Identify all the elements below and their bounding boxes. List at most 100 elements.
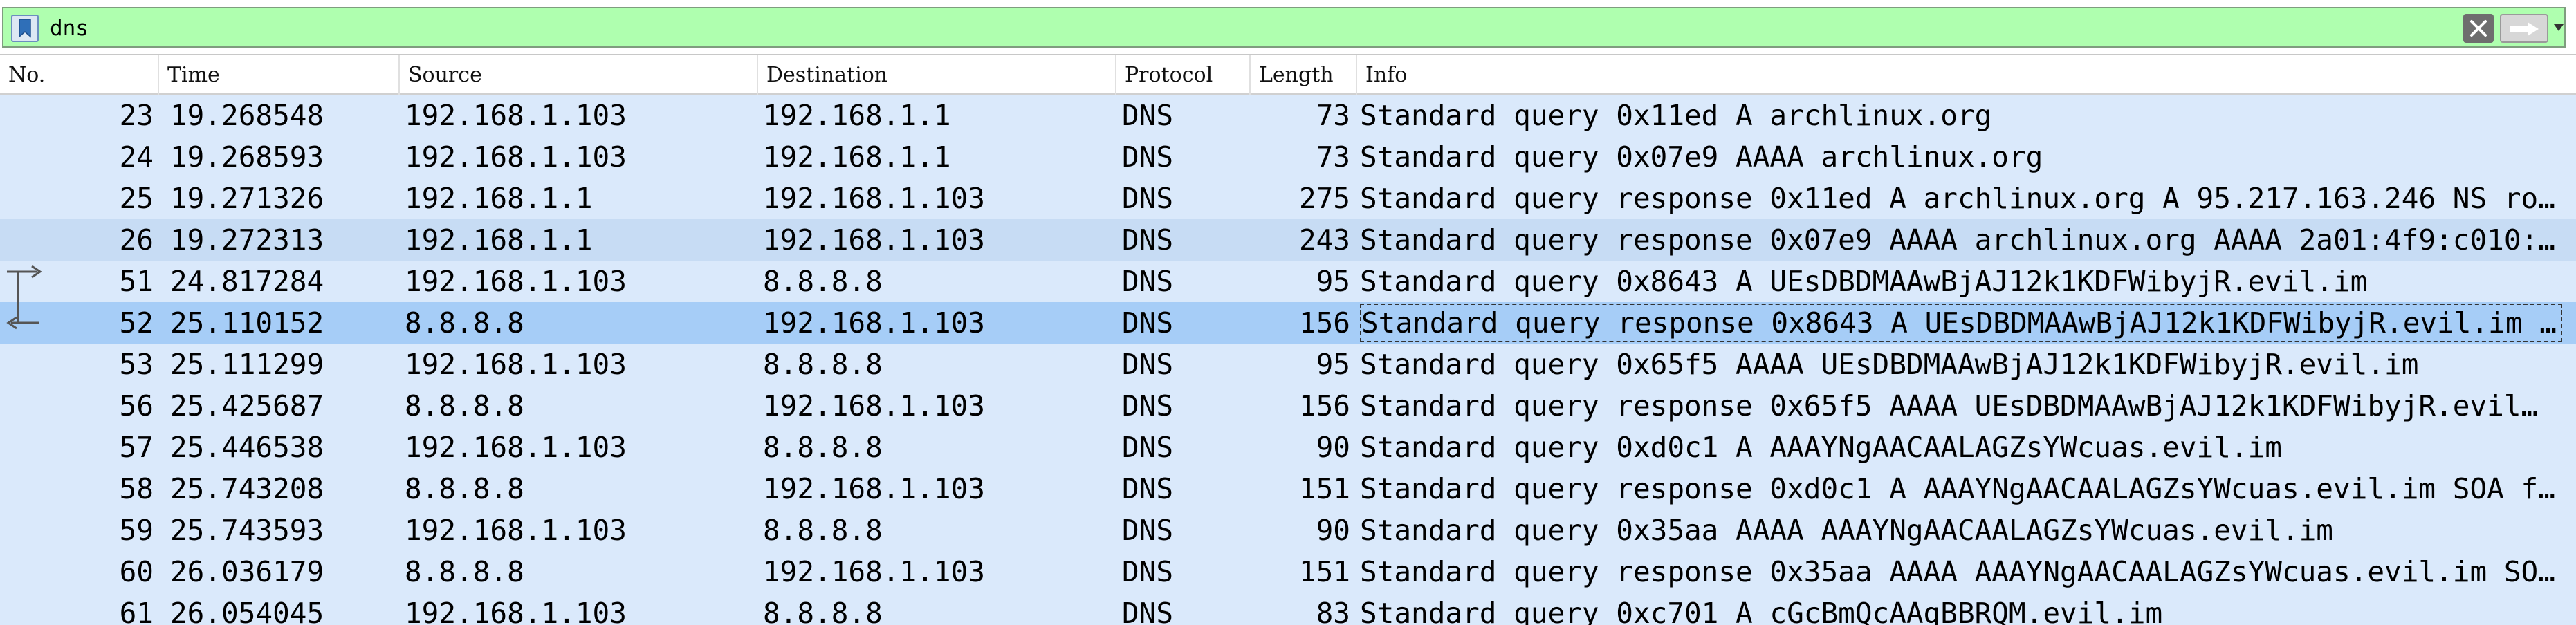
- packet-time: 25.111299: [170, 348, 324, 381]
- packet-destination: 8.8.8.8: [763, 597, 883, 625]
- packet-number: 24: [119, 140, 154, 174]
- column-header-destination[interactable]: Destination: [758, 55, 1116, 95]
- packet-protocol: DNS: [1122, 472, 1174, 505]
- packet-info: Standard query response 0x8643 A UEsDBDM…: [1360, 304, 2562, 342]
- packet-protocol: DNS: [1122, 555, 1174, 588]
- packet-protocol: DNS: [1122, 306, 1174, 339]
- recent-filters-dropdown[interactable]: [2552, 18, 2566, 39]
- packet-protocol: DNS: [1122, 431, 1174, 464]
- packet-time: 25.743593: [170, 514, 324, 547]
- packet-time: 24.817284: [170, 265, 324, 298]
- packet-destination: 192.168.1.1: [763, 140, 951, 174]
- packet-destination: 192.168.1.103: [763, 472, 985, 505]
- packet-list-header: No. Time Source Destination Protocol Len…: [0, 55, 2576, 95]
- packet-time: 26.054045: [170, 597, 324, 625]
- packet-length: 73: [1316, 140, 1350, 174]
- packet-number: 61: [119, 597, 154, 625]
- packet-row[interactable]: 51 24.817284 192.168.1.103 8.8.8.8 DNS 95 Stan…: [0, 261, 2576, 302]
- column-header-length[interactable]: Length: [1251, 55, 1357, 95]
- packet-time: 19.268593: [170, 140, 324, 174]
- packet-source: 192.168.1.103: [405, 597, 627, 625]
- packet-number: 25: [119, 182, 154, 215]
- packet-number: 56: [119, 389, 154, 422]
- packet-source: 192.168.1.103: [405, 514, 627, 547]
- packet-destination: 8.8.8.8: [763, 431, 883, 464]
- packet-destination: 8.8.8.8: [763, 265, 883, 298]
- packet-info: Standard query response 0x07e9 AAAA arch…: [1360, 223, 2555, 256]
- packet-protocol: DNS: [1122, 348, 1174, 381]
- packet-info: Standard query response 0x65f5 AAAA UEsD…: [1360, 389, 2539, 422]
- packet-destination: 192.168.1.103: [763, 223, 985, 256]
- column-header-no[interactable]: No.: [0, 55, 159, 95]
- packet-number: 53: [119, 348, 154, 381]
- bookmark-icon[interactable]: [11, 15, 39, 42]
- packet-row[interactable]: 25 19.271326 192.168.1.1 192.168.1.103 DNS 27…: [0, 178, 2576, 219]
- packet-info: Standard query 0x11ed A archlinux.org: [1360, 99, 1992, 132]
- column-header-source[interactable]: Source: [400, 55, 758, 95]
- packet-source: 192.168.1.103: [405, 265, 627, 298]
- packet-list: No. Time Source Destination Protocol Len…: [0, 55, 2576, 625]
- packet-time: 19.271326: [170, 182, 324, 215]
- clear-filter-button[interactable]: [2463, 14, 2494, 43]
- packet-source: 8.8.8.8: [405, 555, 524, 588]
- packet-length: 95: [1316, 265, 1350, 298]
- packet-row[interactable]: 52 25.110152 8.8.8.8 192.168.1.103 DNS 156 Sta…: [0, 302, 2576, 344]
- arrow-right-icon: [2510, 22, 2539, 36]
- packet-length: 73: [1316, 99, 1350, 132]
- packet-length: 90: [1316, 514, 1350, 547]
- request-marker-icon: [7, 265, 42, 302]
- packet-row[interactable]: 60 26.036179 8.8.8.8 192.168.1.103 DNS 151 Sta…: [0, 551, 2576, 593]
- packet-destination: 192.168.1.103: [763, 389, 985, 422]
- packet-time: 25.110152: [170, 306, 324, 339]
- packet-source: 8.8.8.8: [405, 472, 524, 505]
- packet-info: Standard query 0x8643 A UEsDBDMAAwBjAJ12…: [1360, 265, 2368, 298]
- packet-time: 25.446538: [170, 431, 324, 464]
- packet-time: 25.743208: [170, 472, 324, 505]
- display-filter-input[interactable]: dns: [2, 7, 2566, 48]
- packet-protocol: DNS: [1122, 182, 1174, 215]
- column-header-protocol[interactable]: Protocol: [1116, 55, 1251, 95]
- response-marker-icon: [6, 302, 39, 330]
- packet-info: Standard query response 0x11ed A archlin…: [1360, 182, 2555, 215]
- packet-number: 58: [119, 472, 154, 505]
- packet-row[interactable]: 53 25.111299 192.168.1.103 8.8.8.8 DNS 95 Stan…: [0, 344, 2576, 385]
- packet-source: 192.168.1.103: [405, 99, 627, 132]
- packet-source: 192.168.1.1: [405, 223, 593, 256]
- packet-row[interactable]: 26 19.272313 192.168.1.1 192.168.1.103 DNS 24…: [0, 219, 2576, 261]
- packet-row[interactable]: 59 25.743593 192.168.1.103 8.8.8.8 DNS 90 Stan…: [0, 510, 2576, 551]
- packet-row[interactable]: 57 25.446538 192.168.1.103 8.8.8.8 DNS 90 Stan…: [0, 427, 2576, 468]
- packet-info: Standard query response 0xd0c1 A AAAYNgA…: [1360, 472, 2555, 505]
- apply-filter-button[interactable]: [2500, 14, 2548, 43]
- packet-row[interactable]: 61 26.054045 192.168.1.103 8.8.8.8 DNS 83 Stan…: [0, 593, 2576, 625]
- packet-row[interactable]: 23 19.268548 192.168.1.103 192.168.1.1 DNS 73…: [0, 95, 2576, 136]
- packet-row[interactable]: 58 25.743208 8.8.8.8 192.168.1.103 DNS 151 Sta…: [0, 468, 2576, 510]
- packet-protocol: DNS: [1122, 514, 1174, 547]
- packet-rows: 23 19.268548 192.168.1.103 192.168.1.1 DNS 73…: [0, 95, 2576, 625]
- packet-info: Standard query 0x07e9 AAAA archlinux.org: [1360, 140, 2043, 174]
- packet-time: 25.425687: [170, 389, 324, 422]
- packet-number: 57: [119, 431, 154, 464]
- column-header-time[interactable]: Time: [159, 55, 400, 95]
- packet-destination: 8.8.8.8: [763, 514, 883, 547]
- clear-x-icon: [2470, 20, 2487, 37]
- filter-text: dns: [50, 16, 89, 41]
- packet-protocol: DNS: [1122, 223, 1174, 256]
- packet-number: 59: [119, 514, 154, 547]
- packet-length: 156: [1298, 306, 1350, 339]
- packet-info: Standard query 0xc701 A cGcBmQcAAgBBRQM.…: [1360, 597, 2163, 625]
- packet-protocol: DNS: [1122, 389, 1174, 422]
- packet-number: 60: [119, 555, 154, 588]
- packet-protocol: DNS: [1122, 140, 1174, 174]
- packet-destination: 192.168.1.103: [763, 306, 985, 339]
- packet-info: Standard query 0x35aa AAAA AAAYNgAACAALA…: [1360, 514, 2333, 547]
- packet-destination: 192.168.1.103: [763, 182, 985, 215]
- column-header-info[interactable]: Info: [1357, 55, 2576, 95]
- packet-row[interactable]: 24 19.268593 192.168.1.103 192.168.1.1 DNS 73…: [0, 136, 2576, 178]
- packet-source: 8.8.8.8: [405, 306, 524, 339]
- packet-source: 8.8.8.8: [405, 389, 524, 422]
- display-filter-toolbar: dns: [0, 0, 2576, 55]
- packet-row[interactable]: 56 25.425687 8.8.8.8 192.168.1.103 DNS 156 Sta…: [0, 385, 2576, 427]
- packet-number: 23: [119, 99, 154, 132]
- packet-length: 275: [1298, 182, 1350, 215]
- packet-length: 156: [1298, 389, 1350, 422]
